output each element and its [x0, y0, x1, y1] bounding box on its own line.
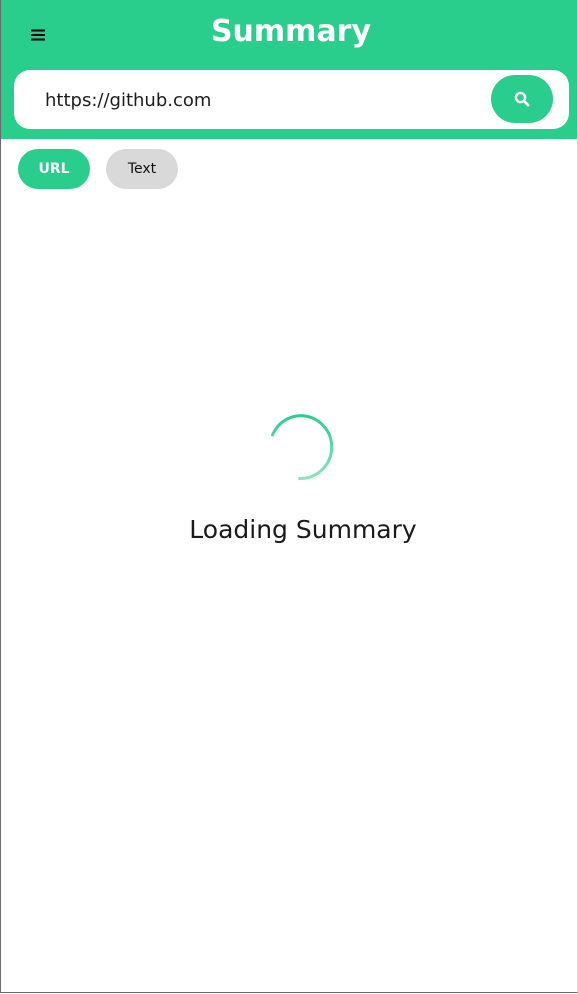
search-button[interactable]: [491, 75, 553, 123]
loading-message: Loading Summary: [189, 515, 417, 544]
page-title: Summary: [210, 14, 372, 49]
loading-spinner-icon: [271, 414, 334, 480]
url-mode-tab[interactable]: URL: [18, 149, 90, 189]
text-mode-tab[interactable]: Text: [106, 149, 178, 189]
search-icon: [514, 91, 530, 107]
app-window: Summary URL Text Loading Summary: [0, 0, 578, 993]
search-bar: [14, 70, 569, 129]
app-header: Summary: [1, 0, 577, 139]
url-input[interactable]: [45, 80, 475, 120]
